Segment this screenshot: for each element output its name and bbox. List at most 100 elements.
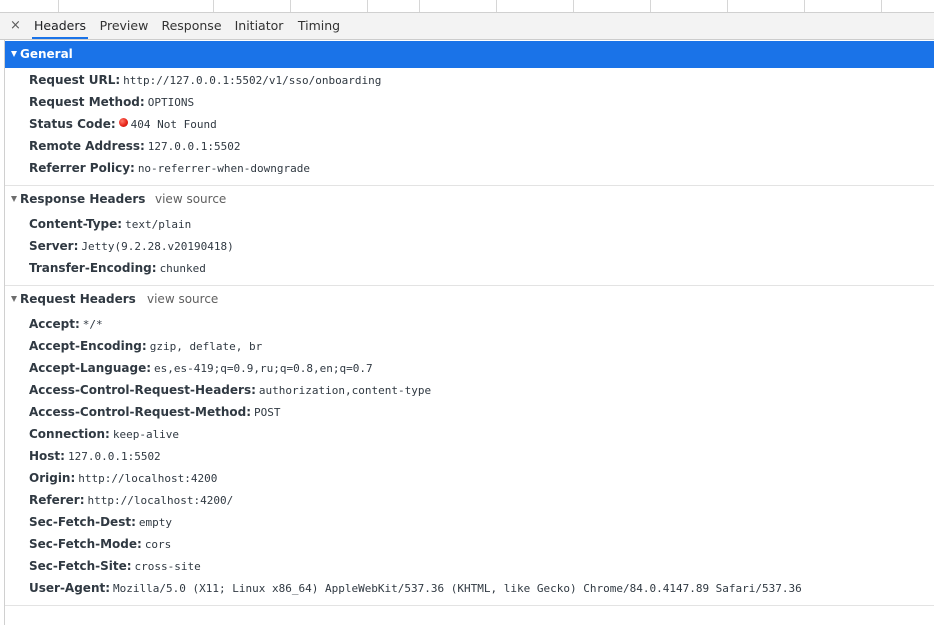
column-divider — [650, 0, 651, 12]
header-row-remote-address: Remote Address: 127.0.0.1:5502 — [29, 135, 934, 157]
column-divider — [496, 0, 497, 12]
header-name: Accept-Encoding: — [29, 339, 147, 353]
header-name: Referrer Policy: — [29, 161, 135, 175]
tab-headers[interactable]: Headers — [32, 13, 88, 39]
expand-triangle-icon — [11, 195, 17, 202]
header-name: Content-Type: — [29, 217, 123, 231]
network-table-header-strip — [0, 0, 934, 13]
request-headers-rows: Accept: */* Accept-Encoding: gzip, deflate… — [5, 313, 934, 605]
view-source-link[interactable]: view source — [147, 286, 218, 313]
header-value: text/plain — [125, 218, 192, 231]
general-section-header[interactable]: General — [5, 41, 934, 68]
header-row-user-agent: User-Agent: Mozilla/5.0 (X11; Linux x86_6… — [29, 577, 934, 599]
header-value: Jetty(9.2.28.v20190418) — [81, 240, 234, 253]
response-headers-section: Response Headers view source Content-Typ… — [5, 186, 934, 286]
header-row-accept-encoding: Accept-Encoding: gzip, deflate, br — [29, 335, 934, 357]
header-row-access-control-request-headers: Access-Control-Request-Headers: authoriza… — [29, 379, 934, 401]
expand-triangle-icon — [11, 50, 17, 57]
response-headers-rows: Content-Type: text/plain Server: Jetty(9.2… — [5, 213, 934, 285]
column-divider — [58, 0, 59, 12]
header-name: Request Method: — [29, 95, 145, 109]
general-section: General Request URL: http://127.0.0.1:550… — [5, 41, 934, 186]
header-row-sec-fetch-mode: Sec-Fetch-Mode: cors — [29, 533, 934, 555]
header-row-accept: Accept: */* — [29, 313, 934, 335]
header-name: User-Agent: — [29, 581, 111, 595]
header-name: Host: — [29, 449, 65, 463]
header-value: Mozilla/5.0 (X11; Linux x86_64) AppleWeb… — [113, 582, 802, 595]
header-name: Server: — [29, 239, 79, 253]
column-divider — [881, 0, 882, 12]
column-divider — [727, 0, 728, 12]
header-row-origin: Origin: http://localhost:4200 — [29, 467, 934, 489]
header-row-request-method: Request Method: OPTIONS — [29, 91, 934, 113]
header-value: OPTIONS — [147, 96, 195, 109]
header-name: Status Code: — [29, 117, 116, 131]
header-row-status-code: Status Code: 404 Not Found — [29, 113, 934, 135]
column-divider — [419, 0, 420, 12]
header-value: 127.0.0.1:5502 — [67, 450, 161, 463]
header-value: cross-site — [134, 560, 201, 573]
header-row-server: Server: Jetty(9.2.28.v20190418) — [29, 235, 934, 257]
header-name: Sec-Fetch-Site: — [29, 559, 132, 573]
status-error-dot-icon — [118, 118, 128, 127]
header-row-sec-fetch-site: Sec-Fetch-Site: cross-site — [29, 555, 934, 577]
header-name: Sec-Fetch-Dest: — [29, 515, 136, 529]
header-row-request-url: Request URL: http://127.0.0.1:5502/v1/sso… — [29, 69, 934, 91]
section-title: General — [20, 47, 73, 61]
header-row-referrer-policy: Referrer Policy: no-referrer-when-downgra… — [29, 157, 934, 179]
tab-preview[interactable]: Preview — [98, 13, 150, 39]
header-value: POST — [254, 406, 281, 419]
header-row-sec-fetch-dest: Sec-Fetch-Dest: empty — [29, 511, 934, 533]
column-divider — [213, 0, 214, 12]
detail-tab-bar: × Headers Preview Response Initiator Tim… — [0, 13, 934, 40]
header-row-connection: Connection: keep-alive — [29, 423, 934, 445]
header-name: Accept: — [29, 317, 80, 331]
view-source-link[interactable]: view source — [155, 186, 226, 213]
header-name: Transfer-Encoding: — [29, 261, 157, 275]
request-headers-section: Request Headers view source Accept: */* A… — [5, 286, 934, 606]
header-value: 404 Not Found — [130, 118, 217, 131]
expand-triangle-icon — [11, 295, 17, 302]
section-title: Response Headers — [20, 192, 146, 206]
tab-initiator[interactable]: Initiator — [232, 13, 286, 39]
header-row-referer: Referer: http://localhost:4200/ — [29, 489, 934, 511]
header-row-accept-language: Accept-Language: es,es-419;q=0.9,ru;q=0.8… — [29, 357, 934, 379]
header-value: empty — [138, 516, 172, 529]
header-value: http://localhost:4200 — [78, 472, 218, 485]
header-value: cors — [144, 538, 172, 551]
tab-response[interactable]: Response — [160, 13, 223, 39]
header-value: gzip, deflate, br — [149, 340, 263, 353]
header-name: Connection: — [29, 427, 110, 441]
column-divider — [367, 0, 368, 12]
header-name: Request URL: — [29, 73, 121, 87]
header-value: http://127.0.0.1:5502/v1/sso/onboarding — [123, 74, 382, 87]
header-row-content-type: Content-Type: text/plain — [29, 213, 934, 235]
tab-timing[interactable]: Timing — [296, 13, 342, 39]
header-name: Access-Control-Request-Headers: — [29, 383, 256, 397]
column-divider — [573, 0, 574, 12]
header-value: http://localhost:4200/ — [87, 494, 234, 507]
header-value: es,es-419;q=0.9,ru;q=0.8,en;q=0.7 — [154, 362, 373, 375]
headers-panel: General Request URL: http://127.0.0.1:550… — [5, 41, 934, 606]
column-divider — [290, 0, 291, 12]
header-value: 127.0.0.1:5502 — [147, 140, 241, 153]
header-value: */* — [82, 318, 103, 331]
response-headers-section-header[interactable]: Response Headers view source — [5, 186, 934, 213]
header-value: no-referrer-when-downgrade — [137, 162, 310, 175]
request-headers-section-header[interactable]: Request Headers view source — [5, 286, 934, 313]
header-value: authorization,content-type — [258, 384, 432, 397]
column-divider — [804, 0, 805, 12]
header-value: keep-alive — [112, 428, 180, 441]
header-name: Origin: — [29, 471, 76, 485]
close-icon[interactable]: × — [10, 17, 21, 35]
section-title: Request Headers — [20, 292, 136, 306]
header-name: Accept-Language: — [29, 361, 152, 375]
header-row-access-control-request-method: Access-Control-Request-Method: POST — [29, 401, 934, 423]
header-name: Sec-Fetch-Mode: — [29, 537, 142, 551]
general-rows: Request URL: http://127.0.0.1:5502/v1/sso… — [5, 68, 934, 185]
header-name: Remote Address: — [29, 139, 145, 153]
header-name: Referer: — [29, 493, 85, 507]
header-row-host: Host: 127.0.0.1:5502 — [29, 445, 934, 467]
header-value: chunked — [159, 262, 206, 275]
header-name: Access-Control-Request-Method: — [29, 405, 252, 419]
